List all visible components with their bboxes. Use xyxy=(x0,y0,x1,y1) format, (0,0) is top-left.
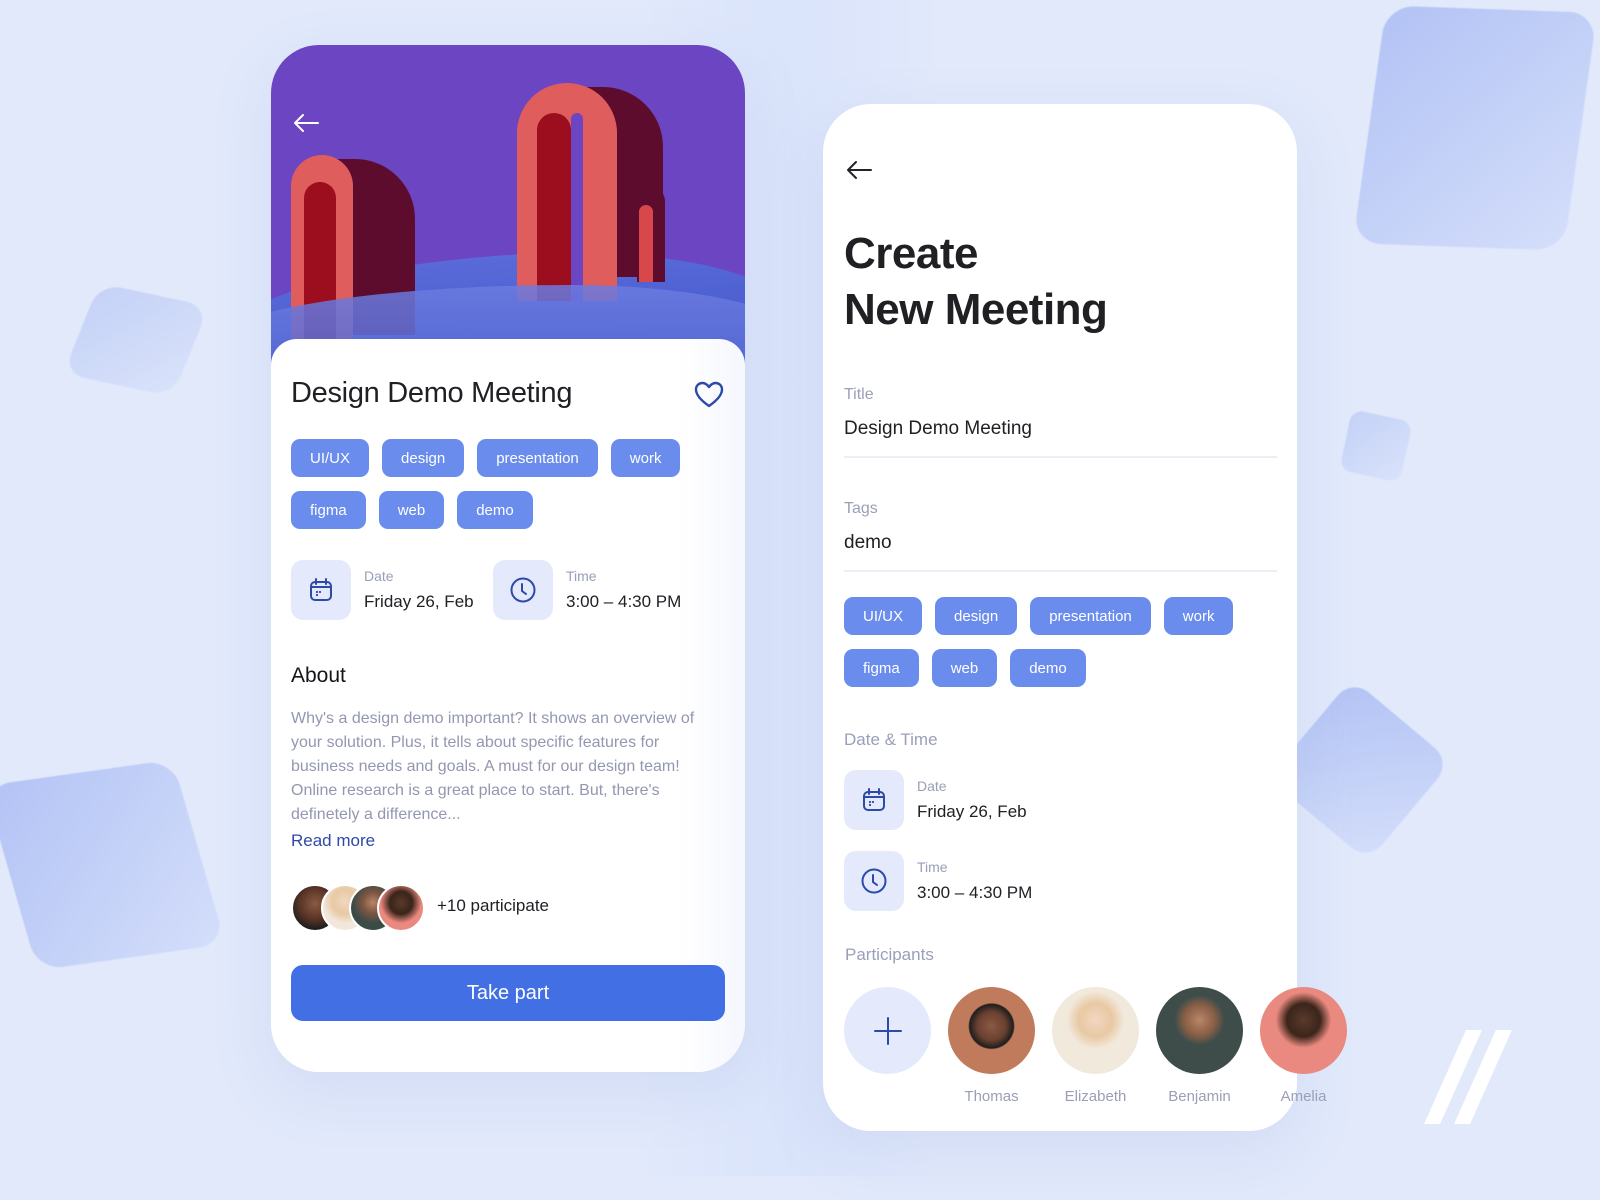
participant-name: Thomas xyxy=(964,1088,1019,1105)
page-title: Create New Meeting xyxy=(844,226,1108,338)
date-value: Friday 26, Feb xyxy=(364,592,474,611)
date-label: Date xyxy=(364,568,394,584)
avatar xyxy=(1260,987,1347,1074)
time-value: 3:00 – 4:30 PM xyxy=(917,883,1033,902)
tag-chip[interactable]: web xyxy=(931,649,998,687)
arrow-left-icon xyxy=(294,114,319,132)
date-label: Date xyxy=(917,778,947,794)
participant-name: Amelia xyxy=(1280,1088,1327,1105)
tags-field-label: Tags xyxy=(844,500,878,517)
decorative-cube xyxy=(0,759,226,971)
clock-icon-box xyxy=(493,560,553,620)
heart-outline-icon xyxy=(694,381,724,408)
clock-icon xyxy=(510,577,536,603)
avatar xyxy=(1156,987,1243,1074)
time-info: Time 3:00 – 4:30 PM xyxy=(493,560,681,620)
tag-chip[interactable]: work xyxy=(1163,597,1234,635)
tag-chip[interactable]: presentation xyxy=(477,439,598,477)
time-label: Time xyxy=(566,568,597,584)
participant-item[interactable]: Thomas xyxy=(948,987,1035,1105)
detail-sheet: Design Demo Meeting UI/UX design present… xyxy=(271,339,745,1072)
avatar xyxy=(377,884,425,932)
participant-list: Thomas Elizabeth Benjamin Amelia xyxy=(844,987,1347,1105)
title-input[interactable] xyxy=(844,418,1277,456)
date-value: Friday 26, Feb xyxy=(917,802,1027,821)
plus-icon xyxy=(873,1016,902,1045)
decorative-cube xyxy=(1339,409,1413,483)
tag-chip[interactable]: figma xyxy=(291,491,366,529)
avatar xyxy=(948,987,1035,1074)
tags-input[interactable] xyxy=(844,532,1277,570)
calendar-icon-box xyxy=(291,560,351,620)
calendar-icon xyxy=(310,578,332,601)
arch-shape xyxy=(637,187,667,287)
selected-tag-list: UI/UX design presentation work figma web… xyxy=(844,597,1264,687)
read-more-link[interactable]: Read more xyxy=(291,831,375,851)
decorative-cube xyxy=(1352,5,1598,251)
participant-name: Benjamin xyxy=(1168,1088,1231,1105)
add-participant-button[interactable] xyxy=(844,987,931,1074)
time-picker[interactable]: Time 3:00 – 4:30 PM xyxy=(844,851,1032,911)
tags-field[interactable]: Tags xyxy=(844,500,1277,572)
tag-chip[interactable]: design xyxy=(382,439,465,477)
calendar-icon xyxy=(863,788,885,811)
about-heading: About xyxy=(291,664,346,687)
create-meeting-screen: Create New Meeting Title Tags UI/UX desi… xyxy=(823,104,1347,1131)
tag-chip[interactable]: work xyxy=(610,439,681,477)
about-text: Why's a design demo important? It shows … xyxy=(291,710,695,823)
participant-item[interactable]: Benjamin xyxy=(1156,987,1243,1105)
participant-item[interactable]: Amelia xyxy=(1260,987,1347,1105)
page-title-line: Create xyxy=(844,229,978,278)
avatar xyxy=(1052,987,1139,1074)
time-value: 3:00 – 4:30 PM xyxy=(566,592,682,611)
page-title-line: New Meeting xyxy=(844,285,1108,334)
back-button[interactable] xyxy=(288,105,324,141)
take-part-button[interactable]: Take part xyxy=(291,965,725,1021)
date-info: Date Friday 26, Feb xyxy=(291,560,474,620)
hero-image xyxy=(271,45,745,365)
tag-chip[interactable]: presentation xyxy=(1030,597,1151,635)
title-field[interactable]: Title xyxy=(844,386,1277,458)
favorite-button[interactable] xyxy=(693,379,725,411)
date-picker[interactable]: Date Friday 26, Feb xyxy=(844,770,1027,830)
tag-chip[interactable]: demo xyxy=(457,491,533,529)
arch-shape xyxy=(517,83,663,303)
tag-chip[interactable]: figma xyxy=(844,649,919,687)
arrow-left-icon xyxy=(847,161,872,179)
tag-chip[interactable]: web xyxy=(378,491,445,529)
clock-icon xyxy=(861,868,887,894)
participants-heading: Participants xyxy=(845,945,934,964)
tag-chip[interactable]: demo xyxy=(1010,649,1086,687)
time-label: Time xyxy=(917,859,948,875)
participant-avatars[interactable] xyxy=(291,884,431,934)
meeting-detail-screen: Design Demo Meeting UI/UX design present… xyxy=(271,45,745,1072)
participant-count: +10 participate xyxy=(437,896,549,915)
participant-name: Elizabeth xyxy=(1064,1088,1127,1105)
date-time-heading: Date & Time xyxy=(844,730,938,749)
tag-chip[interactable]: UI/UX xyxy=(844,597,923,635)
calendar-icon-box xyxy=(844,770,904,830)
tag-chip[interactable]: design xyxy=(935,597,1018,635)
tag-chip[interactable]: UI/UX xyxy=(291,439,370,477)
back-button[interactable] xyxy=(841,152,877,188)
clock-icon-box xyxy=(844,851,904,911)
participant-item[interactable]: Elizabeth xyxy=(1052,987,1139,1105)
meeting-title: Design Demo Meeting xyxy=(291,377,573,409)
tag-list: UI/UX design presentation work figma web… xyxy=(291,439,711,529)
decorative-cube xyxy=(62,283,210,397)
title-field-label: Title xyxy=(844,386,874,403)
